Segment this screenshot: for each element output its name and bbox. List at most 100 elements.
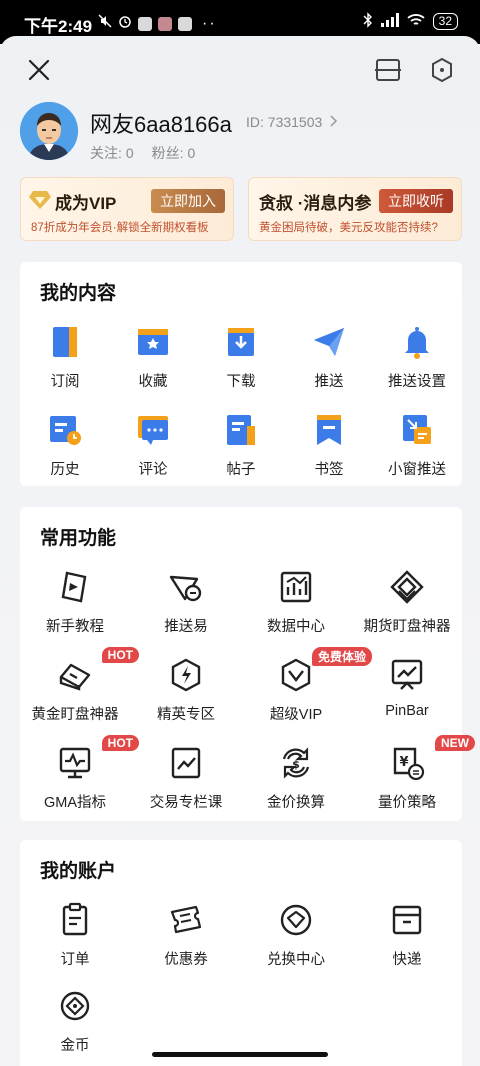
profile-sheet: 网友6aa8166a ID: 7331503 关注: 0 粉丝: 0 成为VIP 立… [0, 36, 480, 1066]
super-vip-item[interactable]: 免费体验 超级VIP [248, 647, 372, 724]
comment-icon [135, 412, 171, 448]
gold-price-convert-label: 金价换算 [267, 795, 325, 811]
gold-monitor-item[interactable]: HOT 黄金盯盘神器 [27, 647, 139, 724]
volume-price-strategy-item[interactable]: ¥ NEW 量价策略 [359, 735, 475, 812]
subscribe-item[interactable]: 订阅 [17, 324, 113, 391]
trading-course-icon [168, 745, 204, 781]
new-badge: NEW [435, 735, 475, 751]
app-notification-icon [178, 16, 192, 31]
history-item[interactable]: 历史 [17, 412, 113, 479]
news-banner-title: 贪叔 ·消息内参 [259, 194, 372, 213]
trading-course-item[interactable]: 交易专栏课 [138, 745, 234, 812]
orders-item[interactable]: 订单 [27, 902, 123, 969]
posts-item[interactable]: 帖子 [193, 412, 289, 479]
elite-icon [168, 657, 204, 693]
futures-monitor-icon [389, 569, 425, 605]
bookmarks-item[interactable]: 书签 [281, 412, 377, 479]
my-content-section: 我的内容 订阅 收藏 下载 推送 推送设置 历史 评论 帖子 书签 小窗推送 [20, 262, 462, 486]
fans-label: 粉丝: [151, 145, 184, 161]
pinbar-item[interactable]: PinBar [359, 657, 455, 719]
coupons-item[interactable]: 优惠券 [138, 902, 234, 969]
gold-coin-item[interactable]: 金币 [27, 988, 123, 1055]
hexagon-settings-icon [432, 57, 452, 83]
home-indicator[interactable] [152, 1052, 328, 1057]
gold-price-convert-item[interactable]: $ 金价换算 [248, 745, 344, 812]
vip-banner[interactable]: 成为VIP 立即加入 87折成为年会员·解锁全新期权看板 [20, 177, 234, 241]
history-icon [47, 412, 83, 448]
tutorial-icon [57, 569, 93, 605]
data-center-label: 数据中心 [267, 619, 325, 635]
scan-button[interactable] [366, 48, 410, 92]
notification-icons: ·· [98, 14, 217, 33]
fans-count: 0 [187, 145, 196, 161]
super-vip-label: 超级VIP [269, 707, 323, 723]
star-folder-icon [135, 324, 171, 360]
tutorial-item[interactable]: 新手教程 [27, 569, 123, 636]
exchange-center-icon [278, 902, 314, 938]
news-banner-subtitle: 黄金困局待破，美元反攻能否持续? [259, 222, 438, 234]
push-label: 推送 [314, 374, 344, 390]
elite-zone-label: 精英专区 [157, 707, 215, 723]
follow-stats: 关注: 0 粉丝: 0 [90, 143, 199, 163]
status-time: 下午2:49 [24, 17, 93, 36]
listen-now-button[interactable]: 立即收听 [379, 189, 453, 213]
exchange-center-item[interactable]: 兑换中心 [248, 902, 344, 969]
settings-button[interactable] [420, 48, 464, 92]
mini-window-push-item[interactable]: 小窗推送 [369, 412, 465, 479]
push-easy-icon [168, 569, 204, 605]
user-profile[interactable]: 网友6aa8166a ID: 7331503 关注: 0 粉丝: 0 [20, 102, 460, 166]
volume-price-strategy-label: 量价策略 [378, 795, 436, 811]
post-icon [223, 412, 259, 448]
delivery-label: 快递 [392, 952, 422, 968]
gold-coin-icon [57, 988, 93, 1024]
user-id[interactable]: ID: 7331503 [246, 114, 338, 130]
hot-badge: HOT [101, 735, 139, 751]
my-account-title: 我的账户 [40, 861, 117, 882]
favorites-label: 收藏 [138, 374, 168, 390]
bookmarks-label: 书签 [314, 462, 344, 478]
coupons-label: 优惠券 [164, 952, 208, 968]
tutorial-label: 新手教程 [46, 619, 104, 635]
more-notifications-icon: ·· [202, 14, 217, 32]
pinbar-label: PinBar [385, 703, 429, 719]
news-banner[interactable]: 贪叔 ·消息内参 立即收听 黄金困局待破，美元反攻能否持续? [248, 177, 462, 241]
common-functions-title: 常用功能 [40, 528, 117, 549]
data-center-icon [278, 569, 314, 605]
futures-monitor-item[interactable]: 期货盯盘神器 [359, 569, 455, 636]
push-easy-item[interactable]: 推送易 [138, 569, 234, 636]
push-item[interactable]: 推送 [281, 324, 377, 391]
gold-price-convert-icon: $ [278, 745, 314, 781]
hot-badge: HOT [101, 647, 139, 663]
join-vip-button[interactable]: 立即加入 [151, 189, 225, 213]
exchange-center-label: 兑换中心 [267, 952, 325, 968]
svg-text:$: $ [292, 758, 300, 771]
close-button[interactable] [17, 48, 61, 92]
screen: 下午2:49 ·· 32 网友6aa8166a ID: 7331503 关注: … [0, 0, 480, 1066]
my-account-section: 我的账户 订单 优惠券 兑换中心 快递 金币 [20, 840, 462, 1066]
subscribe-label: 订阅 [50, 374, 80, 390]
favorites-item[interactable]: 收藏 [105, 324, 201, 391]
download-item[interactable]: 下载 [193, 324, 289, 391]
signal-icon [380, 13, 399, 30]
battery-icon: 32 [432, 13, 458, 30]
futures-monitor-label: 期货盯盘神器 [363, 619, 451, 635]
gma-indicator-item[interactable]: HOT GMA指标 [27, 735, 139, 812]
history-label: 历史 [50, 462, 80, 478]
data-center-item[interactable]: 数据中心 [248, 569, 344, 636]
pinbar-icon [389, 657, 425, 693]
mini-window-push-label: 小窗推送 [388, 462, 446, 478]
push-settings-item[interactable]: 推送设置 [369, 324, 465, 391]
push-easy-label: 推送易 [164, 619, 208, 635]
mute-icon [98, 14, 112, 33]
delivery-item[interactable]: 快递 [359, 902, 455, 969]
download-icon [223, 324, 259, 360]
bluetooth-icon [363, 12, 373, 31]
elite-zone-item[interactable]: 精英专区 [138, 657, 234, 724]
vip-banner-title: 成为VIP [55, 194, 117, 213]
comments-item[interactable]: 评论 [105, 412, 201, 479]
avatar[interactable] [20, 102, 78, 160]
common-functions-section: 常用功能 新手教程 推送易 数据中心 期货盯盘神器 HOT 黄金盯盘神器 精英专… [20, 507, 475, 821]
gold-monitor-label: 黄金盯盘神器 [31, 707, 119, 723]
wifi-icon [407, 13, 425, 30]
bookmark-icon [311, 412, 347, 448]
